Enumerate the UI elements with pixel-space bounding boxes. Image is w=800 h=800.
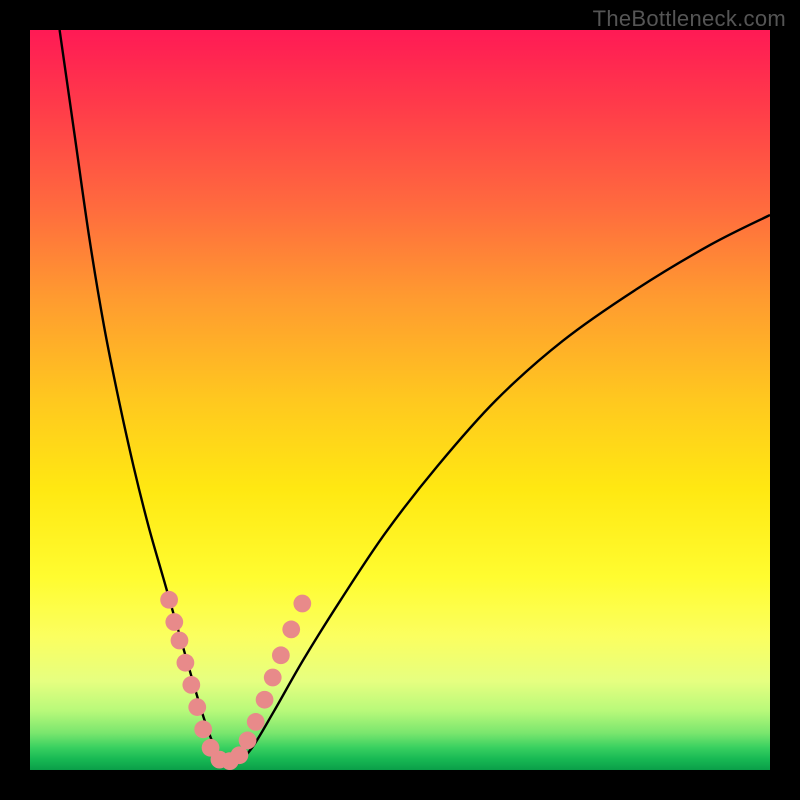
curve-marker bbox=[247, 713, 265, 731]
curve-marker bbox=[282, 621, 300, 639]
curve-markers bbox=[160, 591, 311, 770]
curve-marker bbox=[264, 669, 282, 687]
curve-marker bbox=[256, 691, 274, 709]
curve-marker bbox=[239, 732, 257, 750]
curve-marker bbox=[272, 646, 290, 664]
curve-marker bbox=[171, 632, 189, 650]
curve-marker bbox=[194, 720, 212, 738]
curve-marker bbox=[188, 698, 206, 716]
bottleneck-curve bbox=[60, 30, 770, 764]
curve-marker bbox=[177, 654, 195, 672]
watermark-text: TheBottleneck.com bbox=[593, 6, 786, 32]
curve-marker bbox=[165, 613, 183, 631]
plot-area bbox=[30, 30, 770, 770]
curve-marker bbox=[293, 595, 311, 613]
chart-frame: TheBottleneck.com bbox=[0, 0, 800, 800]
curve-svg bbox=[30, 30, 770, 770]
curve-marker bbox=[182, 676, 200, 694]
curve-marker bbox=[160, 591, 178, 609]
